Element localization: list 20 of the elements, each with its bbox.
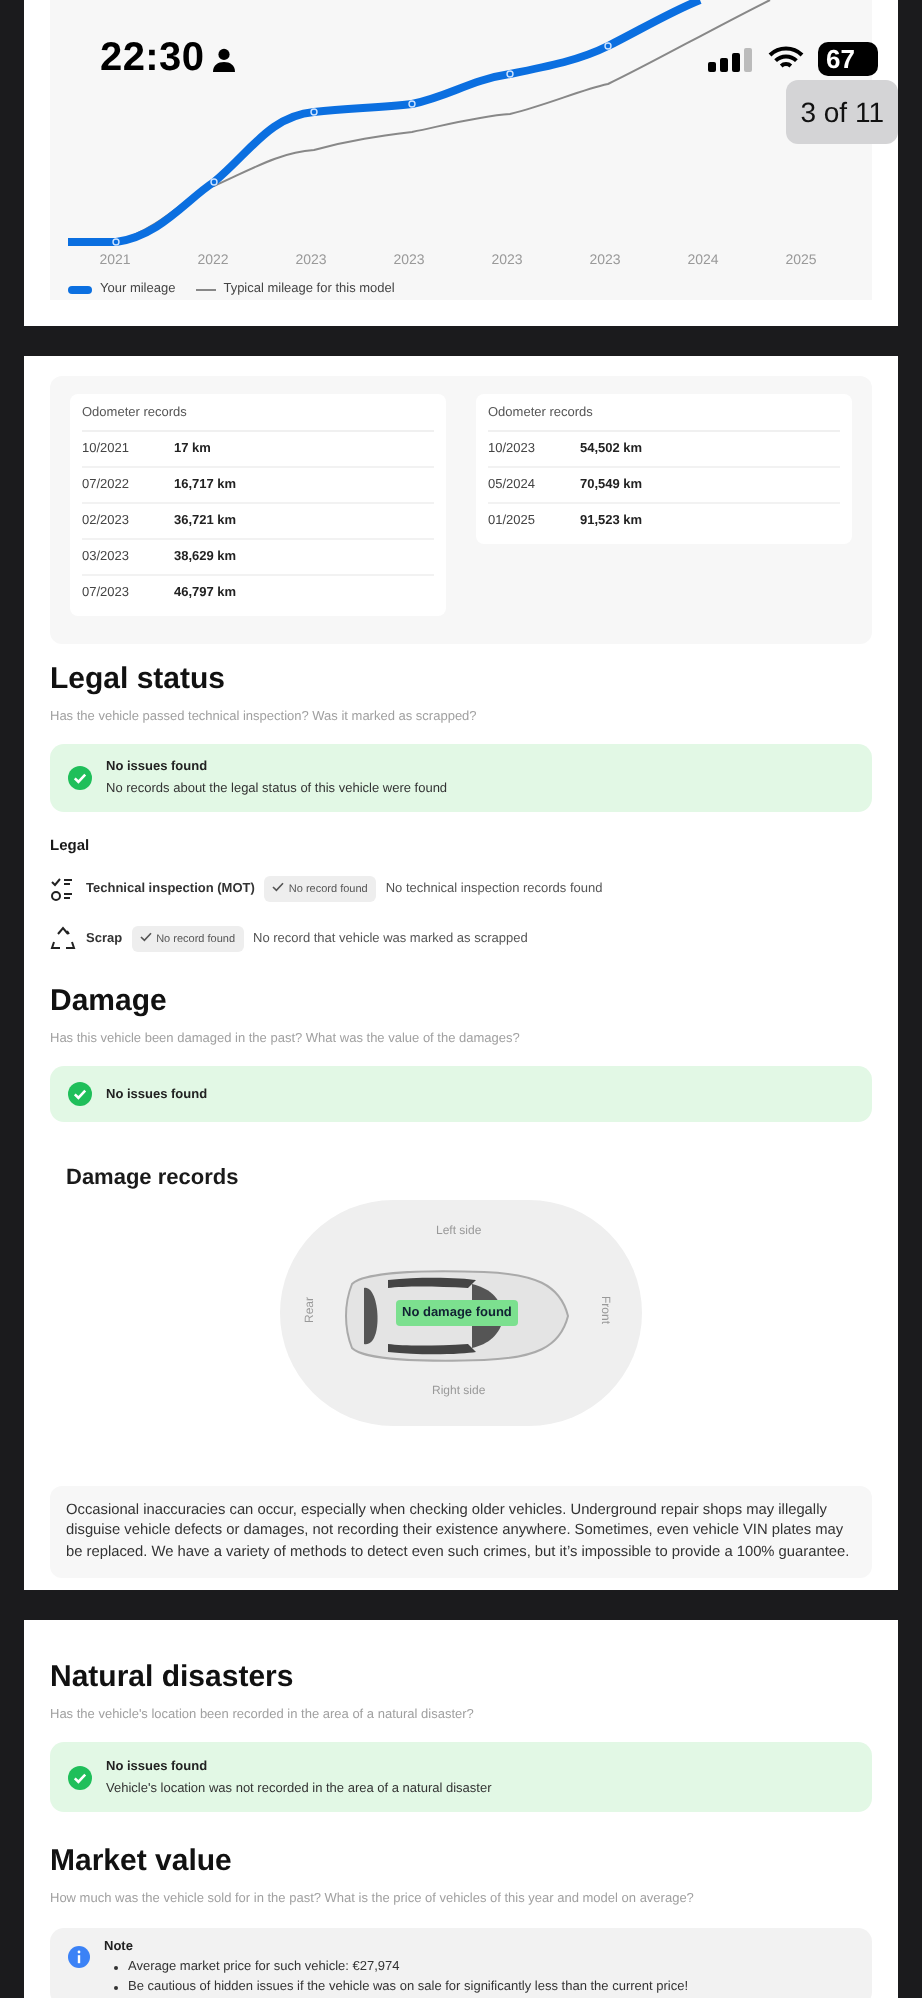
wifi-icon [768,46,804,72]
section-heading: Natural disasters [50,1660,296,1696]
recycle-icon [50,925,76,951]
check-icon [272,881,285,891]
check-circle-icon [68,766,92,790]
section-heading: Legal status [50,662,228,698]
check-icon [140,931,153,941]
check-circle-icon [68,1765,92,1789]
checklist-icon [50,875,76,901]
status-time: 22:30 [100,36,205,82]
info-icon [68,1946,90,1968]
person-icon [212,47,237,71]
section-heading: Damage [50,984,169,1020]
subsection-heading: Damage records [66,1166,241,1190]
check-circle-icon [68,1082,92,1106]
page-indicator: 3 of 11 [786,80,898,144]
section-heading: Market value [50,1844,234,1880]
signal-icon [708,47,754,71]
battery-level: 67 [818,42,878,76]
legend-swatch [68,285,92,293]
